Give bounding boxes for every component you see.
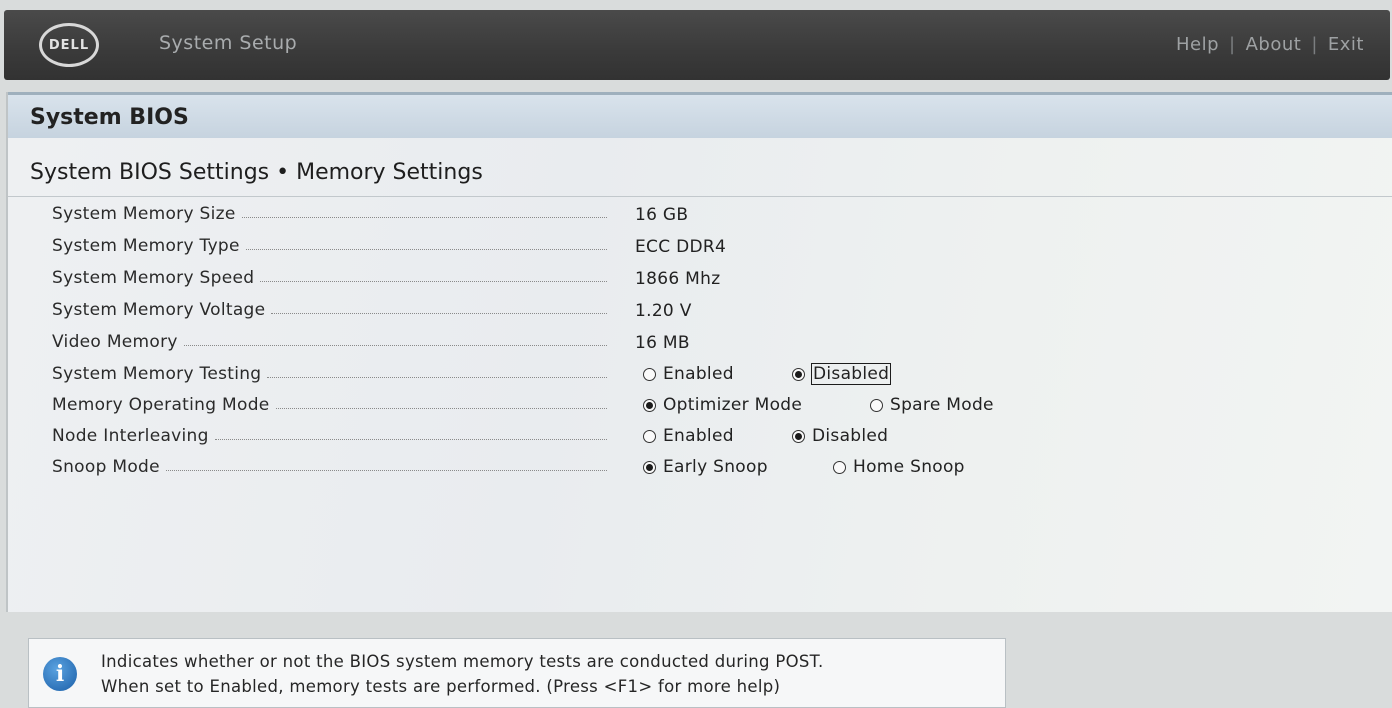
setting-row-memory-type: System Memory Type ECC DDR4 (52, 236, 1052, 264)
section-title: System BIOS Settings • Memory Settings (30, 160, 483, 185)
page-header-bar: System BIOS (8, 92, 1392, 138)
divider (8, 196, 1392, 197)
setting-label: System Memory Size (52, 204, 236, 224)
help-line-2: When set to Enabled, memory tests are pe… (101, 677, 781, 696)
home-snoop-radio[interactable]: Home Snoop (833, 457, 965, 477)
leader-dots (165, 469, 607, 471)
radio-selected-icon (792, 429, 805, 443)
help-link[interactable]: Help (1176, 34, 1219, 55)
setting-label: Snoop Mode (52, 457, 160, 477)
memory-testing-disabled-radio[interactable]: Disabled (792, 363, 892, 385)
setting-row-node-interleaving: Node Interleaving Enabled Disabled (52, 426, 1052, 454)
exit-link[interactable]: Exit (1328, 34, 1364, 55)
setting-row-snoop-mode: Snoop Mode Early Snoop Home Snoop (52, 457, 1052, 485)
setting-label: Memory Operating Mode (52, 395, 270, 415)
leader-dots (214, 438, 607, 440)
memory-voltage-value: 1.20 V (635, 301, 692, 321)
app-title: System Setup (159, 32, 298, 54)
top-bar: DELL System Setup Help | About | Exit (4, 10, 1390, 80)
setting-row-operating-mode: Memory Operating Mode Optimizer Mode Spa… (52, 395, 1052, 423)
radio-icon (643, 367, 656, 381)
help-text: Indicates whether or not the BIOS system… (101, 649, 824, 699)
node-interleaving-disabled-radio[interactable]: Disabled (792, 426, 888, 446)
info-icon: i (43, 657, 77, 691)
early-snoop-radio[interactable]: Early Snoop (643, 457, 768, 477)
setting-label: System Memory Speed (52, 268, 255, 288)
setting-label: System Memory Voltage (52, 300, 266, 320)
nav-separator: | (1229, 34, 1236, 55)
leader-dots (267, 376, 607, 378)
leader-dots (275, 407, 607, 409)
setting-label: Video Memory (52, 332, 178, 352)
memory-size-value: 16 GB (635, 205, 689, 225)
optimizer-mode-radio[interactable]: Optimizer Mode (643, 395, 802, 415)
help-line-1: Indicates whether or not the BIOS system… (101, 652, 824, 671)
setting-row-memory-testing: System Memory Testing Enabled Disabled (52, 363, 1052, 392)
leader-dots (241, 216, 607, 218)
setting-label: Node Interleaving (52, 426, 209, 446)
nav-separator: | (1311, 34, 1318, 55)
radio-selected-icon (792, 367, 805, 381)
memory-type-value: ECC DDR4 (635, 237, 727, 257)
dell-logo: DELL (39, 23, 99, 67)
top-nav: Help | About | Exit (1176, 34, 1364, 55)
radio-icon (833, 460, 846, 474)
setting-row-memory-speed: System Memory Speed 1866 Mhz (52, 268, 1052, 296)
radio-icon (643, 429, 656, 443)
leader-dots (245, 248, 607, 250)
memory-speed-value: 1866 Mhz (635, 269, 721, 289)
page-title: System BIOS (30, 105, 189, 130)
radio-selected-icon (643, 460, 656, 474)
help-panel: i Indicates whether or not the BIOS syst… (28, 638, 1006, 708)
setting-row-video-memory: Video Memory 16 MB (52, 332, 1052, 360)
radio-selected-icon (643, 398, 656, 412)
node-interleaving-enabled-radio[interactable]: Enabled (643, 426, 734, 446)
leader-dots (260, 280, 607, 282)
leader-dots (271, 312, 607, 314)
radio-icon (870, 398, 883, 412)
setting-row-memory-voltage: System Memory Voltage 1.20 V (52, 300, 1052, 328)
video-memory-value: 16 MB (635, 333, 690, 353)
spare-mode-radio[interactable]: Spare Mode (870, 395, 994, 415)
about-link[interactable]: About (1246, 34, 1302, 55)
setting-row-memory-size: System Memory Size 16 GB (52, 204, 1052, 232)
memory-testing-enabled-radio[interactable]: Enabled (643, 364, 734, 384)
setting-label: System Memory Testing (52, 364, 262, 384)
leader-dots (183, 344, 607, 346)
main-panel: System BIOS System BIOS Settings • Memor… (6, 92, 1392, 612)
setting-label: System Memory Type (52, 236, 240, 256)
